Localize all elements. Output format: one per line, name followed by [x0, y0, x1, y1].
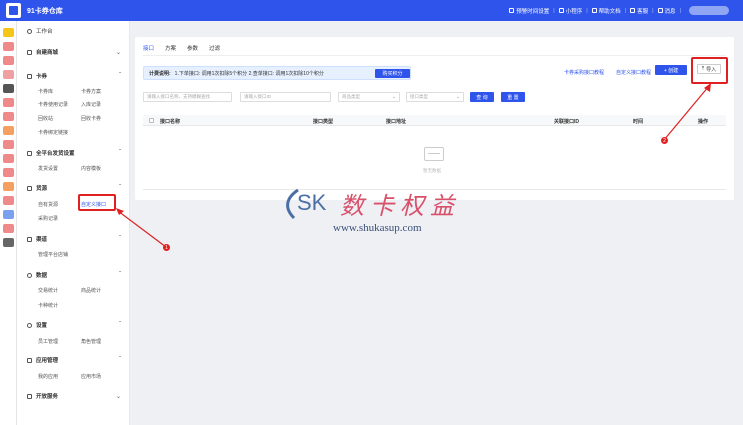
annotation-arrows: [116, 83, 711, 248]
arrow-line-1: [117, 210, 167, 248]
step-marker-2: 2: [661, 137, 668, 144]
arrow-line-2: [663, 85, 710, 141]
step-marker-1: 1: [163, 244, 170, 251]
